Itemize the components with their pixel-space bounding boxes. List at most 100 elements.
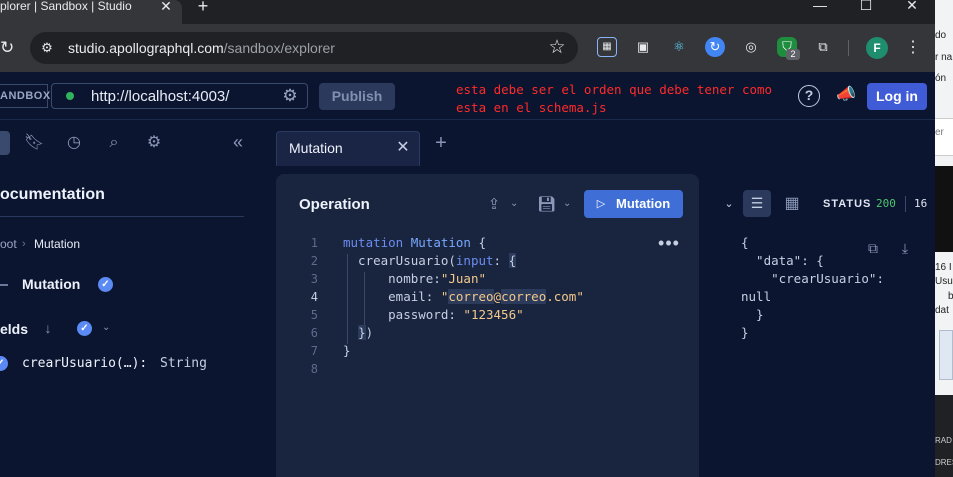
tab-mutation-label[interactable]: Mutation bbox=[289, 140, 343, 157]
tab-close-icon[interactable]: ✕ bbox=[158, 0, 174, 14]
extension-icon-1[interactable]: ▦ bbox=[597, 37, 617, 57]
code-line[interactable]: mutation Mutation { bbox=[343, 234, 486, 252]
close-icon[interactable]: ✕ bbox=[395, 139, 411, 157]
sort-arrow-icon[interactable]: ↓ bbox=[41, 319, 55, 337]
fields-select-all-check-icon[interactable]: ✓ bbox=[77, 321, 92, 336]
response-line: } bbox=[741, 325, 749, 340]
connection-status-dot bbox=[66, 92, 74, 100]
play-icon[interactable]: ▷ bbox=[594, 194, 608, 214]
line-number: 2 bbox=[310, 254, 318, 268]
share-icon[interactable]: ⇪ bbox=[485, 195, 503, 215]
code-line[interactable]: password: "123456" bbox=[343, 306, 524, 324]
strip-text: er bbox=[935, 127, 944, 138]
collapse-sidebar-icon[interactable]: « bbox=[228, 131, 248, 155]
strip-thumbnail bbox=[939, 330, 953, 380]
response-line: { bbox=[741, 235, 749, 250]
site-info-icon[interactable]: ⚙ bbox=[39, 40, 55, 56]
code-line[interactable]: crearUsuario(input: { bbox=[343, 252, 517, 270]
status-label: STATUS bbox=[823, 198, 872, 210]
puzzle-extensions-icon[interactable]: ⧉ bbox=[813, 37, 833, 57]
status-divider bbox=[905, 196, 906, 212]
chevron-down-icon[interactable]: ⌄ bbox=[563, 197, 573, 211]
type-name: Mutation bbox=[22, 276, 81, 292]
target-extension-icon[interactable]: ◎ bbox=[741, 37, 761, 57]
extension-badge: 2 bbox=[786, 49, 800, 60]
url-host: studio.apollographql.com bbox=[68, 40, 224, 56]
breadcrumb-current: Mutation bbox=[34, 237, 81, 251]
response-line: "data": { bbox=[741, 253, 824, 268]
strip-text: b bbox=[948, 291, 953, 302]
response-line: } bbox=[741, 307, 764, 322]
code-line[interactable]: } bbox=[343, 342, 351, 360]
chevron-down-icon[interactable]: ⌄ bbox=[102, 321, 112, 335]
divider bbox=[0, 216, 244, 217]
download-icon[interactable]: ⤓ bbox=[897, 239, 913, 257]
line-number: 8 bbox=[310, 362, 318, 376]
strip-text: Usu bbox=[935, 276, 953, 287]
react-devtools-icon[interactable]: ⚛ bbox=[669, 37, 689, 57]
chevron-down-icon[interactable]: ⌄ bbox=[510, 197, 520, 211]
line-number: 5 bbox=[310, 308, 318, 322]
strip-text: ón bbox=[935, 73, 947, 84]
field-crearusuario[interactable]: crearUsuario(…): bbox=[22, 356, 147, 372]
browser-tab-title: plorer | Sandbox | Studio bbox=[0, 0, 132, 13]
strip-text: 16 I bbox=[935, 262, 952, 273]
operation-panel bbox=[276, 174, 699, 477]
endpoint-settings-gear-icon[interactable]: ⚙ bbox=[280, 87, 300, 105]
bookmark-star-icon[interactable]: ☆ bbox=[547, 38, 567, 58]
documentation-sidebar bbox=[0, 121, 262, 477]
line-number: 3 bbox=[310, 272, 318, 286]
code-line[interactable]: nombre:"Juan" bbox=[343, 270, 486, 288]
strip-text: DRES . bbox=[935, 458, 953, 467]
endpoint-url[interactable]: http://localhost:4003/ bbox=[91, 88, 229, 105]
type-dash bbox=[0, 284, 8, 286]
operation-title: Operation bbox=[299, 196, 370, 213]
address-url[interactable]: studio.apollographql.com/sandbox/explore… bbox=[68, 40, 335, 57]
line-number: 1 bbox=[310, 236, 318, 250]
announcement-megaphone-icon[interactable]: 📣 bbox=[834, 84, 858, 106]
copy-icon[interactable]: ⧉ bbox=[865, 239, 881, 257]
status-code: 200 bbox=[876, 197, 896, 210]
strip-text: r na bbox=[935, 52, 953, 63]
toolbar-divider bbox=[848, 40, 849, 56]
response-line: "crearUsuario": bbox=[741, 271, 884, 286]
maximize-button[interactable]: ☐ bbox=[843, 0, 889, 14]
sandbox-label: ANDBOX bbox=[0, 84, 50, 108]
more-options-icon[interactable]: ••• bbox=[658, 234, 680, 252]
run-mutation-label[interactable]: Mutation bbox=[616, 196, 670, 212]
close-window-button[interactable]: ✕ bbox=[889, 0, 935, 14]
profile-avatar[interactable]: F bbox=[866, 37, 888, 59]
settings-gear-icon[interactable]: ⚙ bbox=[142, 131, 166, 155]
publish-button[interactable]: Publish bbox=[319, 83, 395, 110]
bookmark-icon[interactable]: 🔖︎ bbox=[22, 131, 46, 155]
url-path: /sandbox/explorer bbox=[223, 40, 335, 56]
strip-text: dat bbox=[935, 305, 949, 316]
strip-dark-block bbox=[935, 166, 953, 252]
code-line[interactable]: }) bbox=[343, 324, 373, 342]
breadcrumb-root[interactable]: oot bbox=[0, 237, 17, 252]
response-line: null bbox=[741, 289, 772, 304]
add-tab-icon[interactable]: + bbox=[432, 133, 450, 153]
breadcrumb-separator: › bbox=[22, 238, 26, 250]
reload-icon[interactable]: ↻ bbox=[0, 38, 14, 58]
save-icon[interactable]: 💾︎ bbox=[537, 195, 556, 215]
minimize-button[interactable]: — bbox=[797, 0, 843, 14]
annotation-text: esta debe ser el orden que debe tener co… bbox=[456, 82, 773, 115]
history-icon[interactable]: ◷ bbox=[62, 131, 86, 155]
line-number: 4 bbox=[310, 290, 318, 304]
help-icon[interactable]: ? bbox=[798, 85, 820, 107]
table-view-icon[interactable]: ▦ bbox=[783, 194, 801, 214]
login-button[interactable]: Log in bbox=[867, 83, 927, 110]
new-tab-button[interactable]: + bbox=[194, 0, 212, 15]
documentation-title: ocumentation bbox=[0, 186, 105, 203]
json-view-icon[interactable]: ☰ bbox=[743, 190, 771, 217]
image-extension-icon[interactable]: ▣ bbox=[633, 37, 653, 57]
field-return-type[interactable]: String bbox=[160, 356, 207, 372]
chevron-down-icon[interactable]: ⌄ bbox=[722, 197, 736, 211]
sidebar-tab-active-indicator[interactable] bbox=[0, 131, 10, 155]
menu-kebab-icon[interactable]: ⋮ bbox=[905, 37, 921, 59]
sync-extension-icon[interactable]: ↻ bbox=[705, 37, 725, 57]
type-include-check-icon[interactable]: ✓ bbox=[98, 277, 113, 292]
search-icon[interactable]: ⌕ bbox=[102, 131, 126, 155]
code-line[interactable]: email: "correo@correo.com" bbox=[343, 288, 584, 306]
